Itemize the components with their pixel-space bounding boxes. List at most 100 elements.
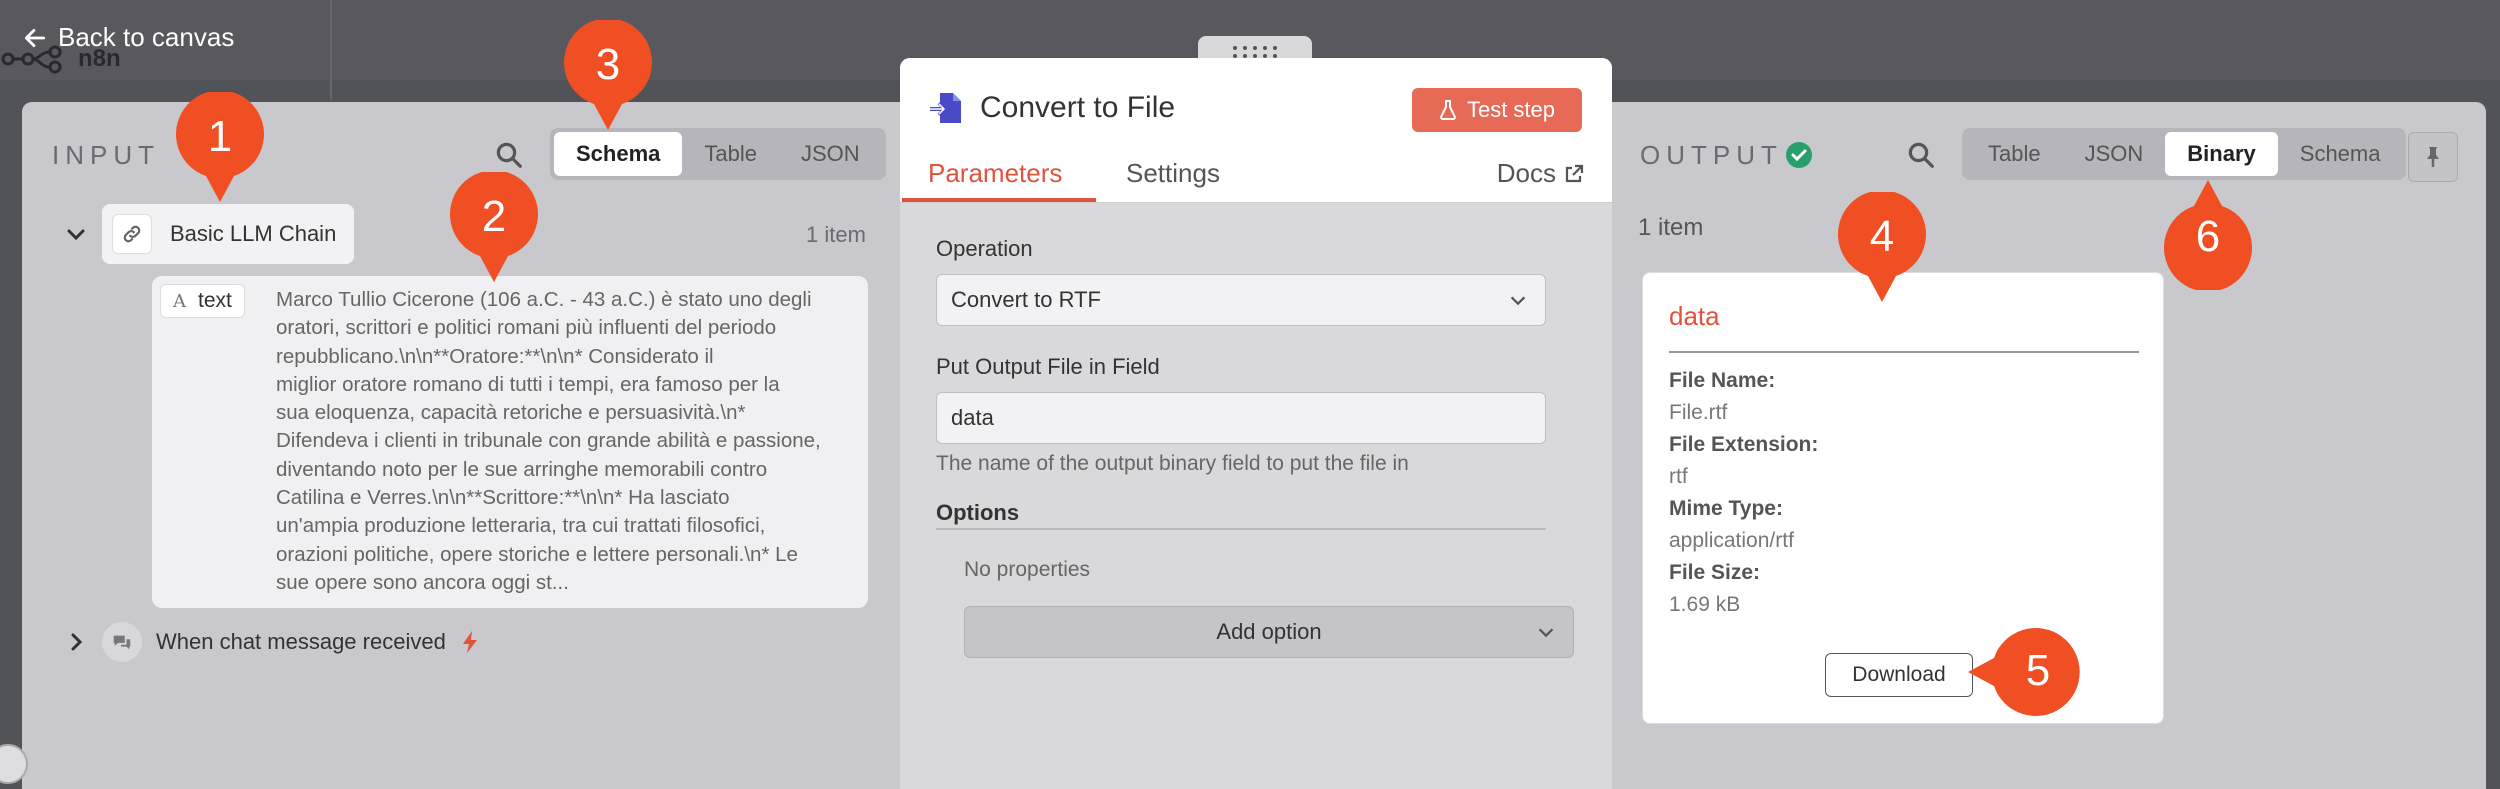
chevron-right-icon[interactable] bbox=[64, 630, 88, 654]
trigger-node-row[interactable]: When chat message received bbox=[64, 622, 480, 662]
callout-marker-3: 3 bbox=[560, 20, 656, 132]
callout-number: 6 bbox=[2195, 212, 2221, 261]
convert-file-icon bbox=[930, 93, 961, 123]
success-check-icon bbox=[1786, 142, 1812, 168]
field-value: Marco Tullio Cicerone (106 a.C. - 43 a.C… bbox=[276, 286, 862, 597]
link-icon bbox=[112, 214, 152, 254]
input-item-count: 1 item bbox=[806, 222, 866, 247]
callout-marker-4: 4 bbox=[1834, 192, 1930, 304]
chat-icon bbox=[102, 622, 142, 662]
logo: n8n bbox=[0, 44, 121, 74]
text-line: Difendeva i clienti in tribunale con gra… bbox=[276, 429, 821, 453]
options-divider bbox=[936, 528, 1546, 530]
output-view-binary[interactable]: Binary bbox=[2165, 132, 2278, 176]
chevron-down-icon bbox=[1538, 628, 1554, 638]
operation-label: Operation bbox=[936, 236, 1033, 261]
trigger-node-name: When chat message received bbox=[156, 629, 446, 654]
callout-number: 3 bbox=[595, 40, 621, 89]
node-title: Convert to File bbox=[928, 90, 1175, 126]
mime-type-label: Mime Type: bbox=[1669, 497, 1783, 520]
no-properties-text: No properties bbox=[964, 558, 1091, 581]
input-view-json[interactable]: JSON bbox=[779, 132, 882, 176]
search-icon[interactable] bbox=[1906, 140, 1936, 170]
text-line: orazioni politiche, opere storiche e let… bbox=[276, 542, 798, 566]
divider bbox=[330, 0, 332, 100]
binary-data-card: data File Name: File.rtf File Extension:… bbox=[1642, 272, 2164, 724]
pin-icon bbox=[2427, 147, 2439, 167]
node-settings-panel: Convert to File Test step Parameters Set… bbox=[900, 58, 1612, 789]
file-size-value: 1.69 kB bbox=[1669, 593, 1741, 616]
add-option-button[interactable]: Add option bbox=[964, 606, 1574, 658]
input-title: INPUT bbox=[52, 140, 160, 170]
text-line: sue opere sono ancora oggi st... bbox=[276, 570, 569, 594]
output-field-value: data bbox=[951, 405, 994, 430]
input-view-table[interactable]: Table bbox=[682, 132, 779, 176]
callout-marker-5: 5 bbox=[1966, 624, 2084, 720]
output-field-input[interactable]: data bbox=[936, 392, 1546, 444]
docs-label: Docs bbox=[1496, 158, 1556, 188]
external-link-icon bbox=[1565, 164, 1584, 182]
test-step-label: Test step bbox=[1466, 97, 1556, 122]
file-extension-label: File Extension: bbox=[1669, 433, 1819, 456]
text-line: sua eloquenza, capacità retoriche e pers… bbox=[276, 401, 746, 425]
docs-link[interactable]: Docs bbox=[1497, 158, 1584, 189]
input-node-name: Basic LLM Chain bbox=[170, 221, 337, 246]
file-size-label: File Size: bbox=[1669, 561, 1761, 584]
download-button[interactable]: Download bbox=[1825, 653, 1973, 697]
active-tab-indicator bbox=[902, 198, 1096, 202]
node-chip[interactable]: Basic LLM Chain bbox=[102, 204, 355, 264]
output-view-switcher: Table JSON Binary Schema bbox=[1962, 128, 2407, 180]
text-line: un'ampia produzione letteraria, tra cui … bbox=[276, 514, 766, 538]
logo-text: n8n bbox=[78, 45, 121, 72]
input-view-switcher: Schema Table JSON bbox=[550, 128, 886, 180]
callout-number: 4 bbox=[1869, 212, 1895, 261]
input-node-row[interactable]: Basic LLM Chain bbox=[64, 204, 355, 264]
input-view-schema[interactable]: Schema bbox=[554, 132, 683, 176]
callout-number: 2 bbox=[481, 192, 507, 241]
operation-select[interactable]: Convert to RTF bbox=[936, 274, 1546, 326]
chevron-down-icon bbox=[1510, 296, 1526, 306]
n8n-logo-icon bbox=[1, 45, 62, 74]
tab-settings[interactable]: Settings bbox=[1126, 158, 1220, 189]
callout-marker-1: 1 bbox=[172, 92, 268, 204]
text-line: Catilina e Verres.\n\n**Scrittore:**\n\n… bbox=[276, 486, 730, 510]
callout-number: 1 bbox=[207, 112, 233, 161]
field-type-tag: A text bbox=[160, 284, 245, 318]
operation-value: Convert to RTF bbox=[951, 287, 1101, 312]
file-extension-value: rtf bbox=[1669, 465, 1688, 488]
pin-data-button[interactable] bbox=[2408, 132, 2458, 182]
callout-number: 5 bbox=[2025, 646, 2051, 695]
text-line: Marco Tullio Cicerone (106 a.C. - 43 a.C… bbox=[276, 288, 812, 311]
output-item-count: 1 item bbox=[1638, 214, 1704, 241]
node-settings-header: Convert to File Test step Parameters Set… bbox=[900, 58, 1612, 203]
flask-icon bbox=[1439, 100, 1456, 120]
string-type-icon: A bbox=[173, 290, 186, 312]
options-label: Options bbox=[936, 500, 1020, 525]
output-field-label: Put Output File in Field bbox=[936, 354, 1160, 379]
file-name-label: File Name: bbox=[1669, 369, 1776, 392]
node-title-text: Convert to File bbox=[980, 91, 1176, 124]
output-view-table[interactable]: Table bbox=[1966, 132, 2063, 176]
text-line: diventando noto per le sue arringhe memo… bbox=[276, 457, 768, 481]
text-line: oratori, scrittori e politici romani più… bbox=[276, 316, 777, 340]
file-name-value: File.rtf bbox=[1669, 401, 1728, 424]
test-step-button[interactable]: Test step bbox=[1412, 88, 1582, 132]
binary-divider bbox=[1669, 351, 2139, 353]
search-icon[interactable] bbox=[494, 140, 524, 170]
callout-marker-2: 2 bbox=[446, 172, 542, 284]
callout-marker-6: 6 bbox=[2160, 178, 2256, 290]
output-view-schema[interactable]: Schema bbox=[2278, 132, 2403, 176]
text-field-card: A text Marco Tullio Cicerone (106 a.C. -… bbox=[152, 276, 868, 608]
binary-name: data bbox=[1669, 301, 1720, 331]
text-line: miglior oratore romano di tutti i tempi,… bbox=[276, 372, 780, 396]
output-title: OUTPUT bbox=[1640, 140, 1783, 170]
output-view-json[interactable]: JSON bbox=[2063, 132, 2166, 176]
add-option-label: Add option bbox=[1216, 619, 1322, 644]
chevron-down-icon[interactable] bbox=[64, 222, 88, 246]
tab-parameters[interactable]: Parameters bbox=[928, 158, 1062, 189]
output-field-hint: The name of the output binary field to p… bbox=[936, 452, 1409, 475]
lightning-icon bbox=[462, 631, 477, 653]
field-name: text bbox=[198, 289, 232, 312]
mime-type-value: application/rtf bbox=[1669, 529, 1794, 552]
text-line: repubblicano.\n\n**Oratore:**\n\n* Consi… bbox=[276, 344, 714, 368]
